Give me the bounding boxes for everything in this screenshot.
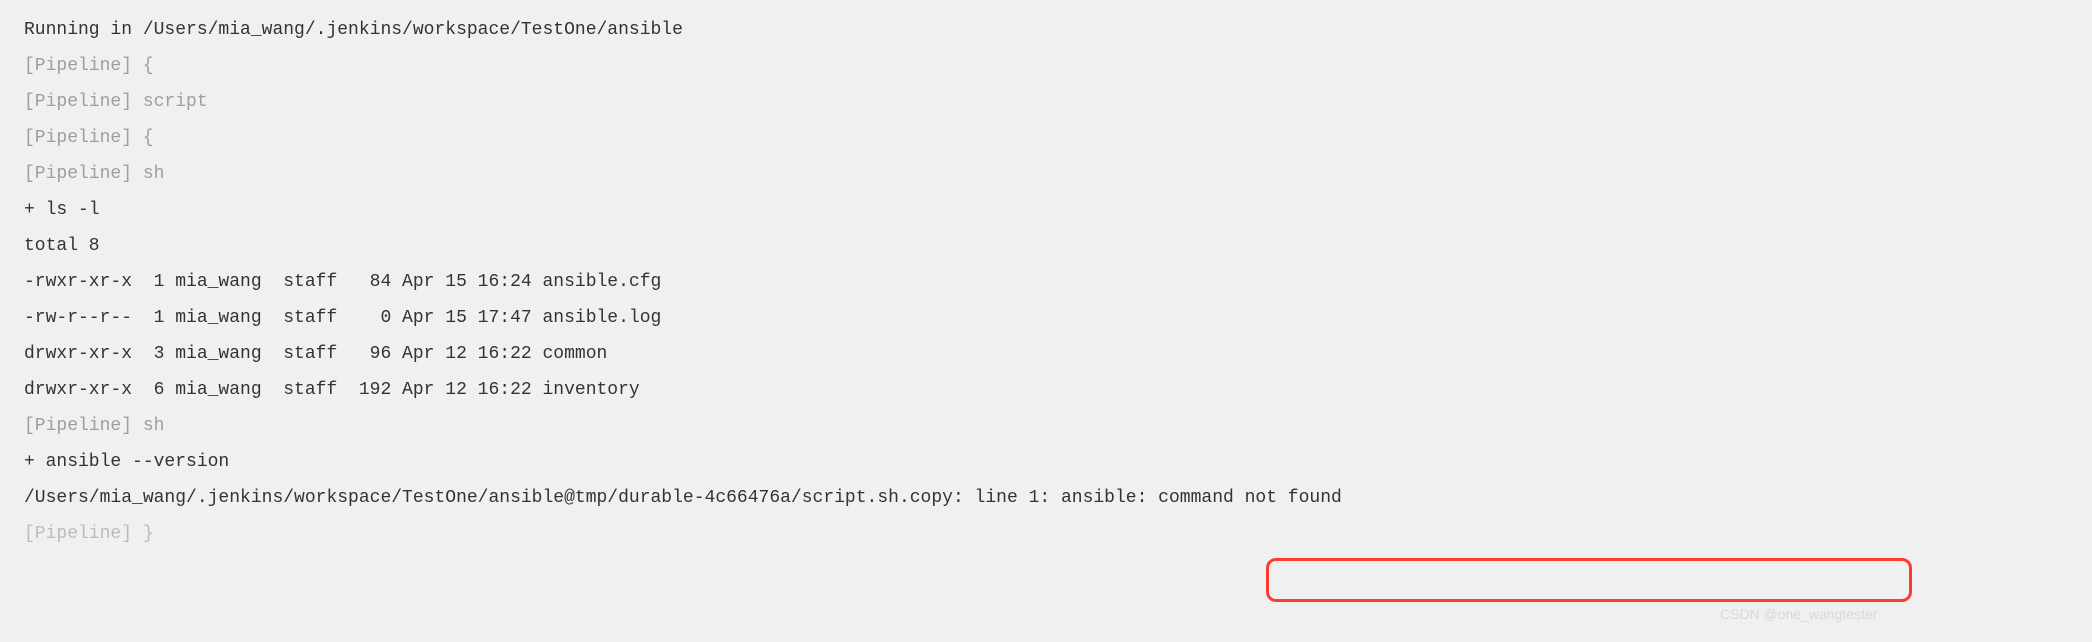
console-text: + ansible --version xyxy=(24,452,229,472)
pipeline-tag: [Pipeline] xyxy=(24,56,132,76)
console-line: [Pipeline] sh xyxy=(24,408,2068,444)
console-text: -rwxr-xr-x 1 mia_wang staff 84 Apr 15 16… xyxy=(24,272,661,292)
pipeline-tag: [Pipeline] xyxy=(24,416,132,436)
console-line: drwxr-xr-x 6 mia_wang staff 192 Apr 12 1… xyxy=(24,372,2068,408)
console-line: /Users/mia_wang/.jenkins/workspace/TestO… xyxy=(24,480,2068,516)
console-line: [Pipeline] script xyxy=(24,84,2068,120)
console-text: drwxr-xr-x 6 mia_wang staff 192 Apr 12 1… xyxy=(24,380,640,400)
console-line: + ansible --version xyxy=(24,444,2068,480)
console-line: [Pipeline] sh xyxy=(24,156,2068,192)
console-line: + ls -l xyxy=(24,192,2068,228)
pipeline-rest: sh xyxy=(132,164,164,184)
console-line: Running in /Users/mia_wang/.jenkins/work… xyxy=(24,12,2068,48)
console-line: -rw-r--r-- 1 mia_wang staff 0 Apr 15 17:… xyxy=(24,300,2068,336)
console-line: drwxr-xr-x 3 mia_wang staff 96 Apr 12 16… xyxy=(24,336,2068,372)
console-line: total 8 xyxy=(24,228,2068,264)
pipeline-rest: { xyxy=(132,128,154,148)
console-text: -rw-r--r-- 1 mia_wang staff 0 Apr 15 17:… xyxy=(24,308,661,328)
pipeline-rest: script xyxy=(132,92,208,112)
console-line: [Pipeline] { xyxy=(24,120,2068,156)
console-text: total 8 xyxy=(24,236,100,256)
pipeline-rest: { xyxy=(132,56,154,76)
pipeline-tag: [Pipeline] xyxy=(24,164,132,184)
console-text: /Users/mia_wang/.jenkins/workspace/TestO… xyxy=(24,488,1342,508)
console-text: drwxr-xr-x 3 mia_wang staff 96 Apr 12 16… xyxy=(24,344,607,364)
console-line: -rwxr-xr-x 1 mia_wang staff 84 Apr 15 16… xyxy=(24,264,2068,300)
watermark-text: CSDN @one_wangtester xyxy=(1720,600,1877,628)
pipeline-rest: sh xyxy=(132,416,164,436)
pipeline-tag: [Pipeline] xyxy=(24,128,132,148)
console-text: + ls -l xyxy=(24,200,100,220)
error-highlight-box xyxy=(1266,558,1912,602)
console-line: [Pipeline] { xyxy=(24,48,2068,84)
pipeline-tag: [Pipeline] xyxy=(24,92,132,112)
pipeline-tag: [Pipeline] xyxy=(24,524,132,544)
pipeline-rest: } xyxy=(132,524,154,544)
console-text: Running in /Users/mia_wang/.jenkins/work… xyxy=(24,20,683,40)
console-output: Running in /Users/mia_wang/.jenkins/work… xyxy=(24,12,2068,552)
console-line: [Pipeline] } xyxy=(24,516,2068,552)
